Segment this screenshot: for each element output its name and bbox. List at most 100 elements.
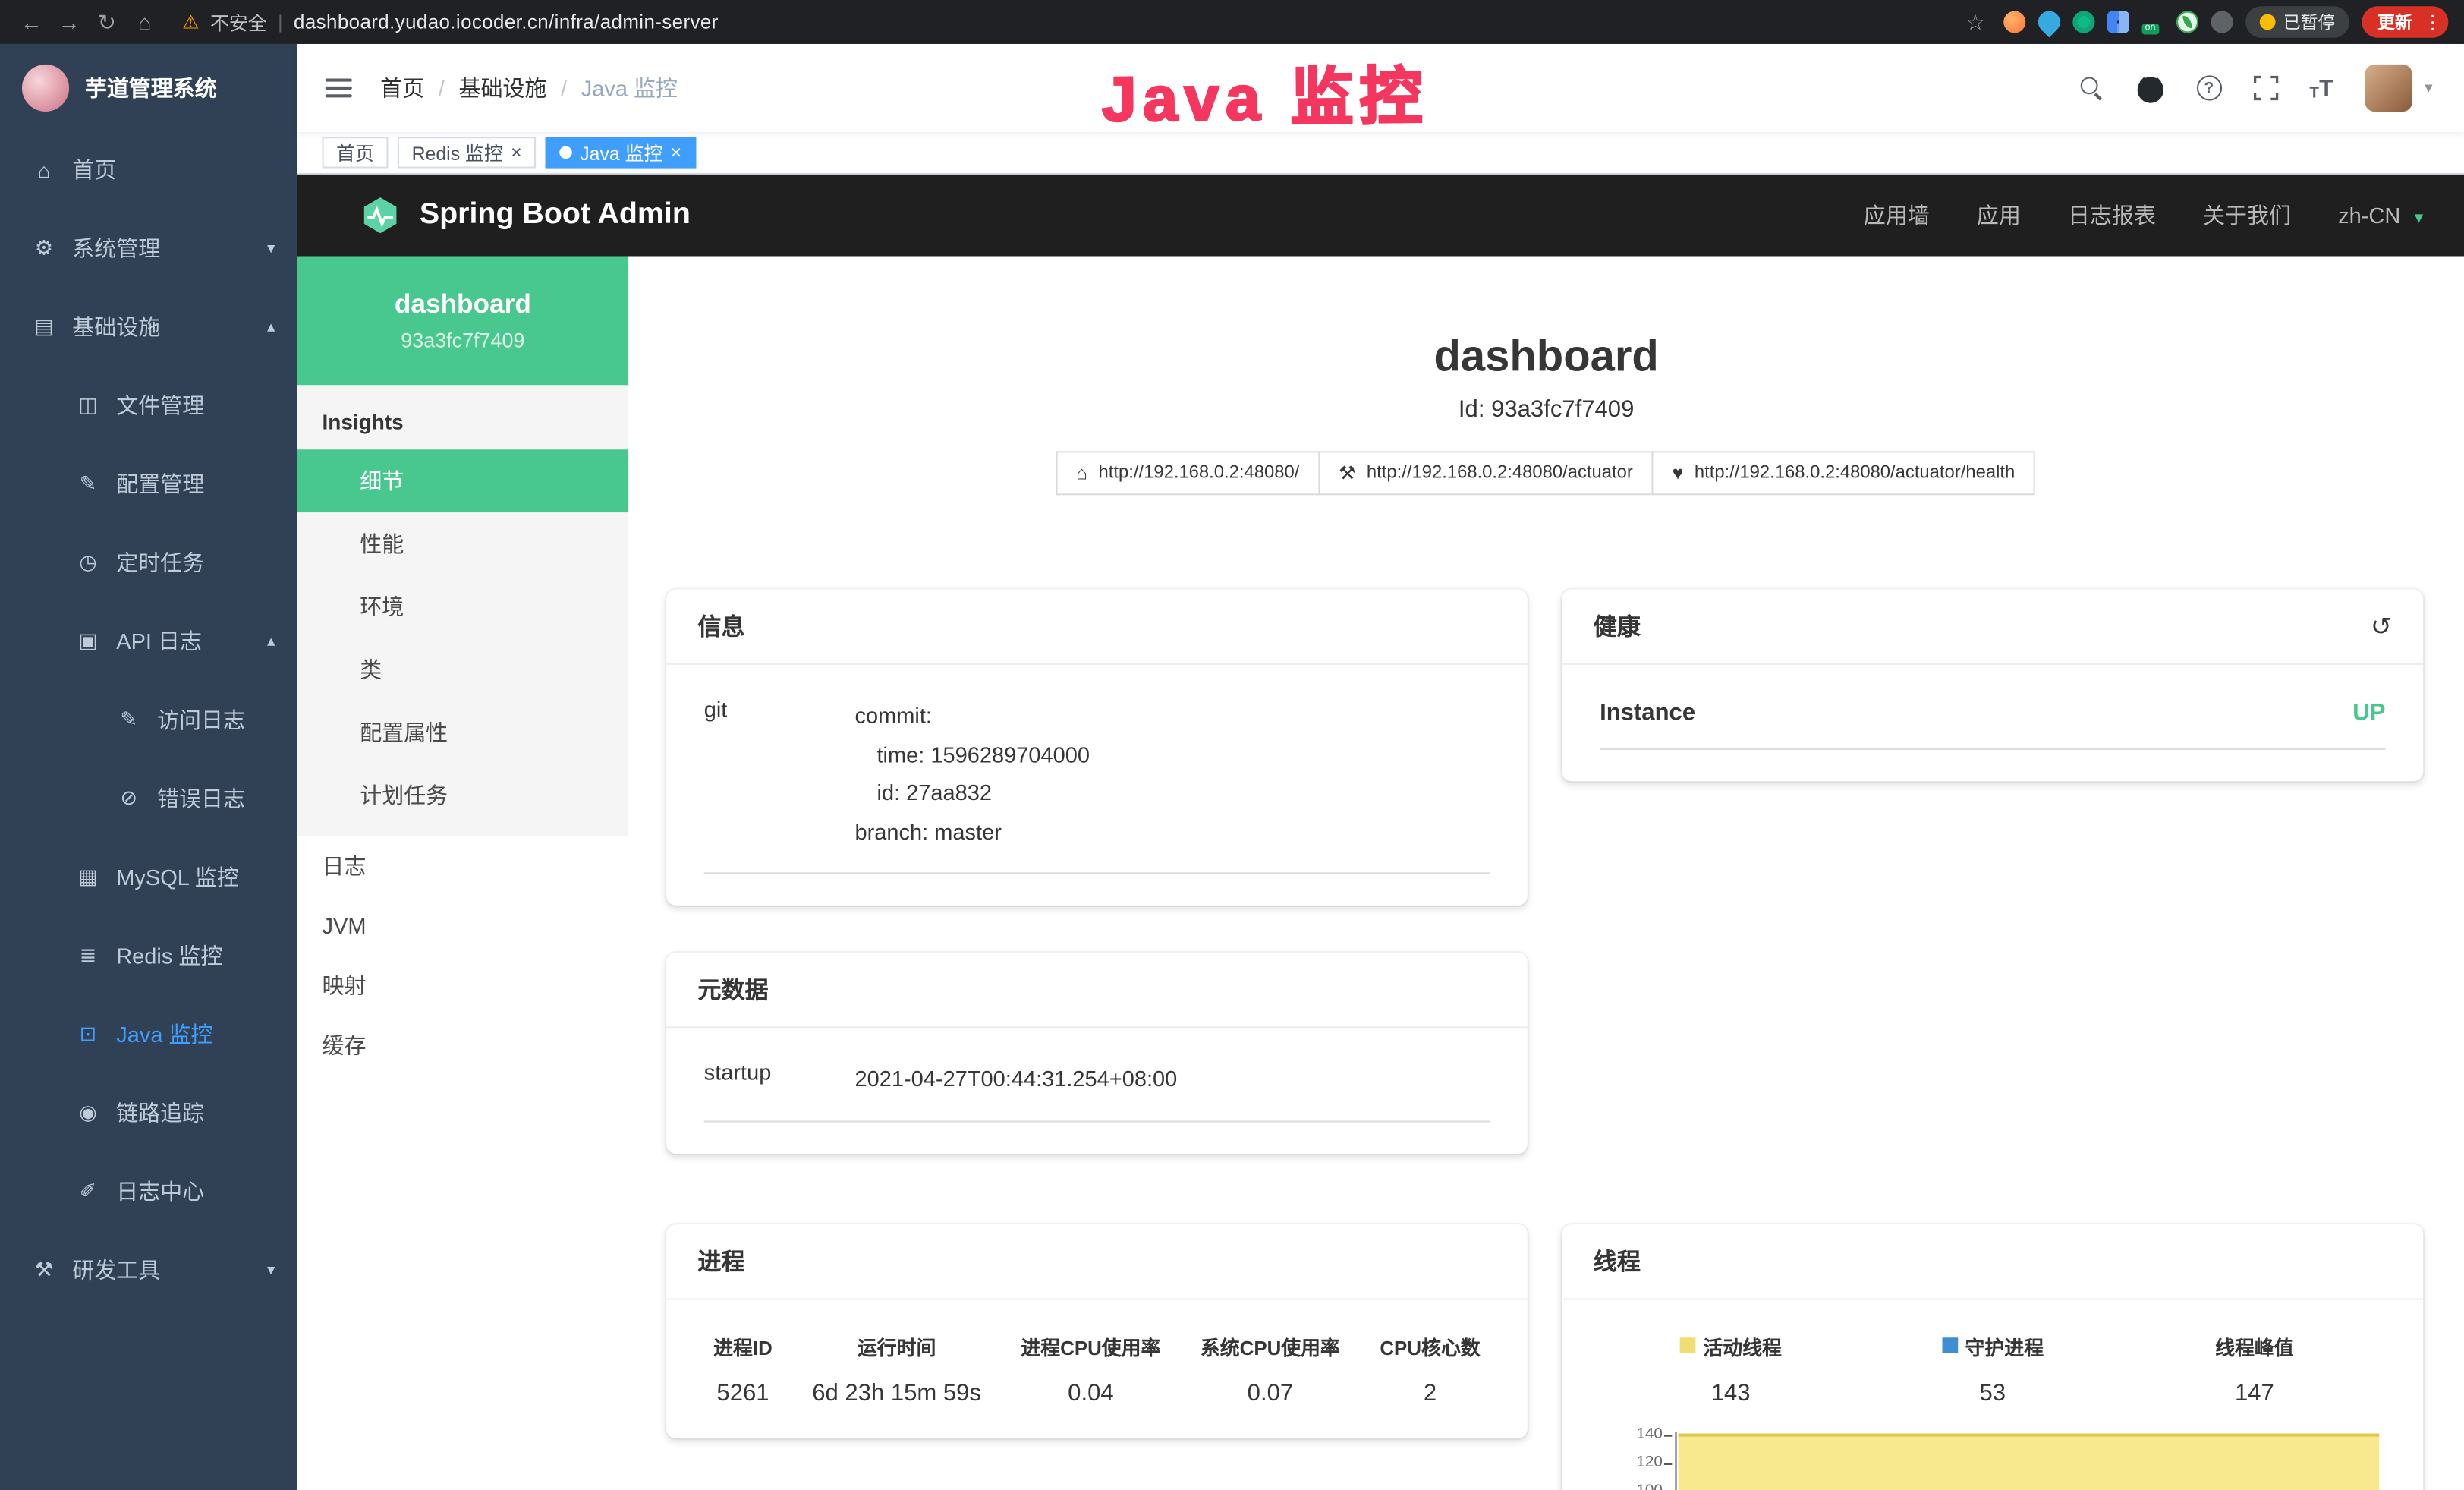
log-center-icon: ✐ (75, 1179, 100, 1204)
instance-header[interactable]: dashboard 93a3fc7f7409 (297, 257, 628, 386)
sba-locale-select[interactable]: zh-CN ▾ (2338, 203, 2423, 228)
system-cpu: 系统CPU使用率 0.07 (1201, 1331, 1340, 1406)
chevron-up-icon: ▴ (267, 632, 275, 650)
sba-item-logs[interactable]: 日志 (297, 836, 628, 896)
base-url-link[interactable]: ⌂ http://192.168.0.2:48080/ (1056, 451, 1320, 495)
card-title: 信息 (697, 610, 744, 642)
breadcrumb-home[interactable]: 首页 (380, 72, 424, 103)
sba-nav-journal[interactable]: 日志报表 (2068, 200, 2156, 231)
link-label: http://192.168.0.2:48080/ (1099, 464, 1300, 483)
update-button[interactable]: 更新 ⋮ (2362, 6, 2448, 37)
sba-item-jvm[interactable]: JVM (297, 896, 628, 956)
sidebar-item-config-management[interactable]: ✎ 配置管理 (0, 445, 297, 524)
update-label: 更新 (2377, 9, 2412, 34)
tab-label: 首页 (336, 139, 374, 165)
tools-icon: ⚒ (31, 1258, 56, 1283)
close-icon[interactable]: × (671, 143, 682, 162)
stat-value: 5261 (713, 1379, 773, 1406)
hamburger-icon[interactable] (326, 79, 352, 98)
sidebar-item-infrastructure[interactable]: ▤ 基础设施 ▴ (0, 288, 297, 367)
sba-item-config-properties[interactable]: 配置属性 (297, 701, 628, 764)
annotation-java-monitor: Java 监控 (1101, 46, 1429, 140)
extension-grid-icon[interactable] (2107, 11, 2129, 33)
sba-item-caches[interactable]: 缓存 (297, 1016, 628, 1076)
status-badge: UP (2352, 700, 2385, 726)
extension-fox-icon[interactable] (2003, 11, 2025, 33)
sidebar-item-dev-tools[interactable]: ⚒ 研发工具 ▾ (0, 1230, 297, 1309)
threads-card: 线程 活动线程 (1562, 1224, 2423, 1490)
help-icon[interactable]: ? (2196, 75, 2221, 100)
stat-value: 2 (1380, 1379, 1480, 1406)
sba-nav-about[interactable]: 关于我们 (2203, 200, 2291, 231)
warning-icon: ⚠ (182, 11, 199, 33)
sba-item-details[interactable]: 细节 (297, 449, 628, 512)
tab-home[interactable]: 首页 (323, 137, 389, 168)
sidebar-item-error-logs[interactable]: ⊘ 错误日志 (0, 759, 297, 838)
extension-dark-icon[interactable] (2211, 11, 2233, 33)
close-icon[interactable]: × (511, 143, 522, 162)
extension-leaf-icon[interactable] (2176, 11, 2198, 33)
sba-item-environment[interactable]: 环境 (297, 575, 628, 638)
instance-id-line: Id: 93a3fc7f7409 (628, 396, 2464, 423)
legend-peak-threads: 线程峰值 147 (2123, 1331, 2385, 1406)
home-icon[interactable]: ⌂ (129, 9, 160, 34)
font-size-icon[interactable]: T T (2309, 74, 2333, 101)
actuator-url-link[interactable]: ⚒ http://192.168.0.2:48080/actuator (1318, 451, 1654, 495)
sidebar-item-java-monitor[interactable]: ⊡ Java 监控 (0, 995, 297, 1074)
chevron-down-icon: ▾ (267, 1262, 275, 1279)
sidebar-item-scheduled-tasks[interactable]: ◷ 定时任务 (0, 524, 297, 603)
bookmark-star-icon[interactable]: ☆ (1959, 8, 1990, 35)
stat-value: 0.04 (1021, 1379, 1160, 1406)
sidebar-item-access-logs[interactable]: ✎ 访问日志 (0, 681, 297, 760)
tab-redis-monitor[interactable]: Redis 监控 × (398, 137, 536, 168)
sba-item-scheduled-tasks[interactable]: 计划任务 (297, 764, 628, 827)
search-icon[interactable] (2080, 76, 2104, 99)
sba-nav-wall[interactable]: 应用墙 (1864, 200, 1930, 231)
sba-item-classes[interactable]: 类 (297, 638, 628, 701)
sidebar-item-link-tracing[interactable]: ◉ 链路追踪 (0, 1073, 297, 1152)
health-url-link[interactable]: ♥ http://192.168.0.2:48080/actuator/heal… (1652, 451, 2035, 495)
sba-item-performance[interactable]: 性能 (297, 512, 628, 575)
forward-icon[interactable]: → (53, 9, 84, 34)
tab-java-monitor[interactable]: Java 监控 × (546, 137, 696, 168)
sba-locale-label: zh-CN (2338, 203, 2400, 228)
breadcrumb-current: Java 监控 (581, 72, 678, 103)
history-icon[interactable]: ↺ (2371, 611, 2392, 642)
git-row: git commit: time: 1596289704000 id: 27aa… (704, 696, 1490, 874)
app-logo[interactable]: 芋道管理系统 (0, 44, 297, 131)
sidebar-item-system-management[interactable]: ⚙ 系统管理 ▾ (0, 209, 297, 288)
health-instance-label: Instance (1600, 700, 1695, 726)
url-text[interactable]: dashboard.yudao.iocoder.cn/infra/admin-s… (294, 11, 719, 33)
paused-badge[interactable]: 已暂停 (2245, 6, 2349, 37)
sidebar-item-redis-monitor[interactable]: ≣ Redis 监控 (0, 916, 297, 995)
sba-item-mappings[interactable]: 映射 (297, 956, 628, 1016)
clock-icon: ◷ (75, 550, 100, 575)
health-instance-row[interactable]: Instance UP (1600, 696, 2385, 749)
reload-icon[interactable]: ↻ (91, 8, 122, 35)
extension-drop-icon[interactable] (2034, 6, 2065, 37)
cpu-cores: CPU核心数 2 (1380, 1331, 1480, 1406)
security-label[interactable]: 不安全 (210, 8, 267, 35)
sidebar-item-log-center[interactable]: ✐ 日志中心 (0, 1152, 297, 1231)
sidebar-item-file-management[interactable]: ◫ 文件管理 (0, 366, 297, 445)
back-icon[interactable]: ← (16, 9, 47, 34)
sidebar-item-api-logs[interactable]: ▣ API 日志 ▴ (0, 602, 297, 681)
sidebar-item-label: Redis 监控 (116, 940, 222, 971)
address-bar[interactable]: ⚠ 不安全 | dashboard.yudao.iocoder.cn/infra… (182, 8, 1953, 35)
breadcrumb-infrastructure[interactable]: 基础设施 (458, 72, 546, 103)
chart-plot-area (1675, 1431, 2379, 1490)
fullscreen-icon[interactable] (2253, 75, 2278, 100)
github-icon[interactable] (2135, 73, 2165, 102)
sba-brand[interactable]: Spring Boot Admin (360, 195, 691, 236)
chevron-down-icon[interactable]: ▾ (2425, 80, 2432, 97)
browser-menu-icon[interactable]: ⋮ (2423, 11, 2442, 33)
extension-on-badge-icon[interactable] (2142, 11, 2164, 33)
extension-green-icon[interactable] (2072, 11, 2094, 33)
logo-avatar (22, 64, 69, 111)
sidebar-item-mysql-monitor[interactable]: ▦ MySQL 监控 (0, 838, 297, 917)
file-icon: ◫ (75, 393, 100, 418)
sba-nav-applications[interactable]: 应用 (1977, 200, 2021, 231)
sidebar-item-home[interactable]: ⌂ 首页 (0, 131, 297, 209)
legend-live-threads: 活动线程 143 (1600, 1331, 1861, 1406)
user-avatar[interactable] (2365, 65, 2412, 112)
